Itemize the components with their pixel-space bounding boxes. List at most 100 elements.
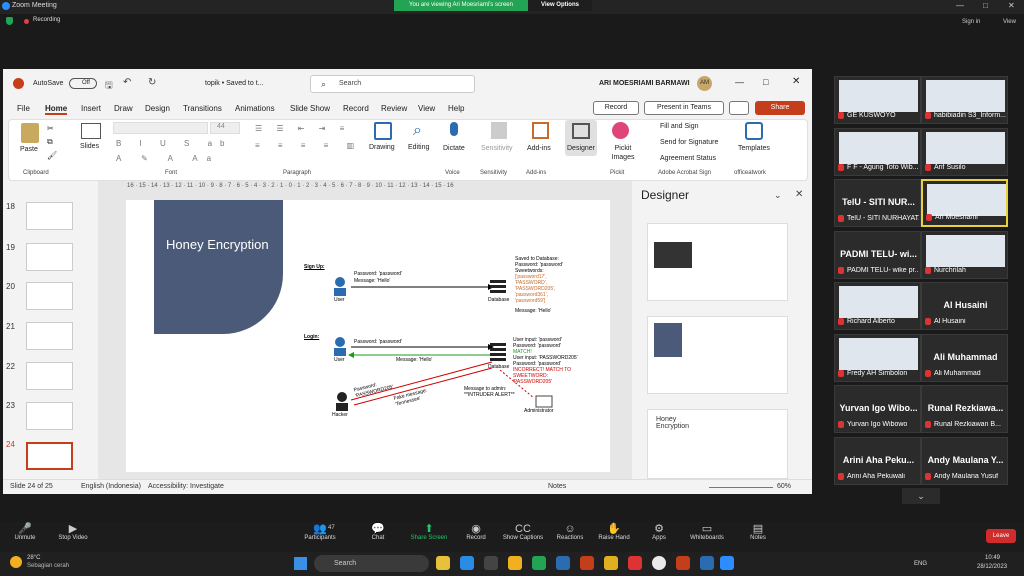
tab-file[interactable]: File: [17, 104, 30, 113]
chevron-down-icon[interactable]: ⌄: [774, 190, 782, 201]
participant-tile[interactable]: Ali Muhammad Ali Muhammad: [921, 333, 1008, 382]
comment-button[interactable]: [729, 101, 749, 115]
slide-thumbnail[interactable]: [26, 282, 73, 310]
add-ins-label[interactable]: Add-ins: [527, 145, 551, 152]
taskbar-search[interactable]: Search: [314, 555, 429, 572]
edge-icon[interactable]: [460, 556, 474, 570]
clock-date[interactable]: 28/12/2023: [977, 564, 1007, 570]
app-icon[interactable]: [532, 556, 546, 570]
participant-tile[interactable]: Andy Maulana Y... Andy Maulana Yusuf: [921, 436, 1008, 485]
templates-label[interactable]: Templates: [738, 145, 770, 152]
chrome-icon[interactable]: [652, 556, 666, 570]
leave-button[interactable]: Leave: [986, 529, 1016, 543]
participant-tile[interactable]: Yurvan Igo Wibo... Yurvan Igo Wibowo: [834, 385, 921, 433]
align-buttons[interactable]: ≡ ≡ ≡ ≡ ▥: [255, 141, 362, 150]
tab-insert[interactable]: Insert: [81, 104, 101, 113]
font-name-select[interactable]: [113, 122, 208, 134]
templates-icon[interactable]: [745, 122, 763, 140]
send-for-signature-button[interactable]: Send for Signature: [660, 139, 718, 146]
record-toolbar-button[interactable]: ◉ Record: [451, 523, 501, 541]
accessibility-status[interactable]: Accessibility: Investigate: [148, 483, 224, 490]
format-painter-icon[interactable]: 🖌: [47, 151, 57, 160]
tab-animations[interactable]: Animations: [235, 104, 275, 113]
tab-slide-show[interactable]: Slide Show: [290, 104, 330, 113]
participant-tile[interactable]: GE KUSWOYO: [834, 76, 921, 124]
copy-icon[interactable]: ⧉: [47, 137, 53, 147]
design-idea-card[interactable]: [647, 223, 788, 301]
participant-tile[interactable]: TelU - SITI NUR... TelU - SITI NURHAYAT..…: [834, 179, 921, 227]
font-style-buttons[interactable]: B I U S ab: [116, 139, 232, 148]
design-idea-card[interactable]: Honey Encryption: [647, 409, 788, 479]
slides-label[interactable]: Slides: [80, 143, 99, 150]
app-icon[interactable]: [628, 556, 642, 570]
slide-thumbnail-active[interactable]: [26, 442, 73, 470]
notes-button[interactable]: Notes: [548, 483, 566, 490]
maximize-icon[interactable]: □: [763, 77, 768, 87]
language-indicator[interactable]: ENG: [914, 561, 927, 567]
paste-icon[interactable]: [21, 123, 39, 143]
sign-in-button[interactable]: Sign in: [962, 19, 980, 25]
weather-temp[interactable]: 28°C: [27, 555, 40, 561]
apps-button[interactable]: ⚙ Apps: [634, 523, 684, 541]
windows-start-icon[interactable]: [294, 557, 307, 570]
stop-video-button[interactable]: ▶ Stop Video: [48, 523, 98, 541]
present-in-teams-button[interactable]: Present in Teams: [644, 101, 724, 115]
save-icon[interactable]: 🖫: [105, 78, 113, 94]
zoom-slider[interactable]: [709, 487, 773, 488]
participant-tile[interactable]: Nurchrilah: [921, 230, 1008, 279]
slide-thumbnail[interactable]: [26, 322, 73, 350]
app-icon[interactable]: [484, 556, 498, 570]
autosave-toggle[interactable]: Off: [69, 78, 97, 89]
participant-tile[interactable]: Richard Alberto: [834, 282, 921, 330]
share-button[interactable]: Share: [755, 101, 805, 115]
minimize-icon[interactable]: —: [735, 77, 744, 87]
slides-icon[interactable]: [81, 123, 101, 139]
participant-tile[interactable]: Runal Rezkiawa... Runal Rezkiawan B...: [921, 385, 1008, 433]
pickit-label[interactable]: Pickit Images: [609, 144, 637, 162]
font-color-buttons[interactable]: A ✎ A Aa: [116, 154, 220, 163]
whiteboards-button[interactable]: ▭ Whiteboards: [682, 523, 732, 541]
maximize-icon[interactable]: □: [983, 1, 988, 10]
paragraph-buttons[interactable]: ☰ ☰ ⇤ ⇥ ≡: [255, 124, 350, 133]
participant-tile[interactable]: F F - Agung Toto Wib...: [834, 127, 921, 176]
document-title[interactable]: topik • Saved to t...: [205, 80, 263, 87]
chat-button[interactable]: 💬 Chat: [353, 523, 403, 541]
participant-tile[interactable]: PADMI TELU- wi... PADMI TELU- wike pr...: [834, 230, 921, 279]
unmute-button[interactable]: 🎤 Unmute: [0, 523, 50, 541]
drawing-icon[interactable]: [374, 122, 392, 140]
app-icon[interactable]: [604, 556, 618, 570]
slide-thumbnail[interactable]: [26, 402, 73, 430]
agreement-status-button[interactable]: Agreement Status: [660, 155, 716, 162]
powerpoint-taskbar-icon[interactable]: [676, 556, 690, 570]
weather-icon[interactable]: [10, 556, 22, 568]
cut-icon[interactable]: ✂: [47, 124, 54, 133]
folder-icon[interactable]: [508, 556, 522, 570]
paste-label[interactable]: Paste: [20, 146, 38, 153]
participant-tile[interactable]: Arini Aha Peku... Arini Aha Pekuwali: [834, 436, 921, 485]
clock-time[interactable]: 10:49: [985, 555, 1000, 561]
view-button[interactable]: View: [1003, 19, 1016, 25]
tab-design[interactable]: Design: [145, 104, 170, 113]
add-ins-icon[interactable]: [532, 122, 549, 139]
tab-draw[interactable]: Draw: [114, 104, 133, 113]
drawing-label[interactable]: Drawing: [369, 144, 395, 151]
minimize-icon[interactable]: —: [956, 1, 964, 10]
design-idea-card[interactable]: [647, 316, 788, 394]
fill-and-sign-button[interactable]: Fill and Sign: [660, 123, 699, 130]
sensitivity-icon[interactable]: [491, 122, 507, 139]
shield-icon[interactable]: [6, 17, 13, 25]
tab-home[interactable]: Home: [45, 104, 68, 115]
close-icon[interactable]: ✕: [792, 76, 800, 87]
slide-thumbnail[interactable]: [26, 202, 73, 230]
participants-button[interactable]: 👥 Participants: [295, 523, 345, 541]
slide-thumbnail[interactable]: [26, 243, 73, 271]
tab-record[interactable]: Record: [343, 104, 369, 113]
view-options-button[interactable]: View Options: [528, 0, 592, 11]
close-icon[interactable]: ✕: [795, 189, 803, 200]
search-box[interactable]: ⌕ Search: [310, 75, 475, 93]
file-explorer-icon[interactable]: [436, 556, 450, 570]
font-size-select[interactable]: 44: [210, 122, 240, 134]
sensitivity-label[interactable]: Sensitivity: [481, 145, 513, 152]
undo-icon[interactable]: ↶: [123, 77, 131, 88]
raise-hand-button[interactable]: ✋ Raise Hand: [589, 523, 639, 541]
